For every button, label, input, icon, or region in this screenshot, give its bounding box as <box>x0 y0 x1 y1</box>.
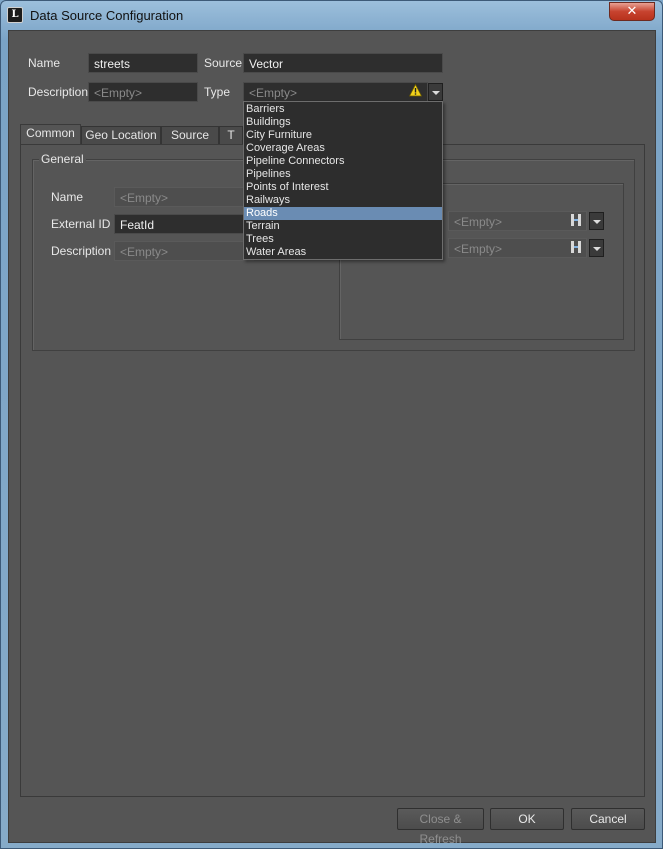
close-window-button[interactable]: ✕ <box>609 2 655 21</box>
type-option-coverage-areas[interactable]: Coverage Areas <box>244 142 442 155</box>
type-option-buildings[interactable]: Buildings <box>244 116 442 129</box>
tab-truncated[interactable]: T <box>219 126 243 145</box>
general-name-label: Name <box>51 190 84 204</box>
type-combobox-value: <Empty> <box>243 82 428 102</box>
type-option-railways[interactable]: Railways <box>244 194 442 207</box>
type-option-pipeline-connectors[interactable]: Pipeline Connectors <box>244 155 442 168</box>
dialog-window: L Data Source Configuration ✕ Name stree… <box>0 0 663 849</box>
warning-triangle-icon <box>409 84 422 97</box>
tab-source[interactable]: Source <box>161 126 219 145</box>
window-title: Data Source Configuration <box>30 8 184 23</box>
cancel-button[interactable]: Cancel <box>571 808 645 830</box>
close-refresh-button[interactable]: Close & Refresh <box>397 808 484 846</box>
description-label: Description <box>28 85 89 99</box>
chevron-down-icon[interactable] <box>589 239 604 257</box>
ok-button[interactable]: OK <box>490 808 564 830</box>
type-label: Type <box>204 85 231 99</box>
tab-common[interactable]: Common <box>20 124 81 146</box>
type-option-barriers[interactable]: Barriers <box>244 103 442 116</box>
general-group-title: General <box>39 152 86 166</box>
general-description-label: Description <box>51 244 112 258</box>
type-option-trees[interactable]: Trees <box>244 233 442 246</box>
right-field-2[interactable]: <Empty> <box>448 238 604 258</box>
source-label: Source <box>204 56 243 70</box>
type-dropdown-list: Barriers Buildings City Furniture Covera… <box>243 101 443 260</box>
type-option-water-areas[interactable]: Water Areas <box>244 246 442 259</box>
title-bar[interactable]: L Data Source Configuration ✕ <box>1 1 662 29</box>
general-description-field[interactable]: <Empty> <box>114 241 254 261</box>
source-field[interactable]: Vector <box>243 53 443 73</box>
type-option-terrain[interactable]: Terrain <box>244 220 442 233</box>
tab-geo-location[interactable]: Geo Location <box>81 126 161 145</box>
general-name-field[interactable]: <Empty> <box>114 187 254 207</box>
external-id-label: External ID <box>51 217 111 231</box>
id-picker-icon[interactable] <box>570 240 582 254</box>
right-field-2-value: <Empty> <box>448 238 587 258</box>
right-field-1-value: <Empty> <box>448 211 587 231</box>
chevron-down-icon[interactable] <box>589 212 604 230</box>
type-combobox[interactable]: <Empty> <box>243 82 443 102</box>
description-field[interactable]: <Empty> <box>88 82 198 102</box>
external-id-field[interactable]: FeatId <box>114 214 254 234</box>
chevron-down-icon[interactable] <box>428 83 443 101</box>
name-label: Name <box>28 56 61 70</box>
app-logo-icon: L <box>7 7 23 23</box>
id-picker-icon[interactable] <box>570 213 582 227</box>
type-option-points-of-interest[interactable]: Points of Interest <box>244 181 442 194</box>
right-field-1[interactable]: <Empty> <box>448 211 604 231</box>
type-option-roads[interactable]: Roads <box>244 207 442 220</box>
type-option-city-furniture[interactable]: City Furniture <box>244 129 442 142</box>
name-field[interactable]: streets <box>88 53 198 73</box>
type-option-pipelines[interactable]: Pipelines <box>244 168 442 181</box>
